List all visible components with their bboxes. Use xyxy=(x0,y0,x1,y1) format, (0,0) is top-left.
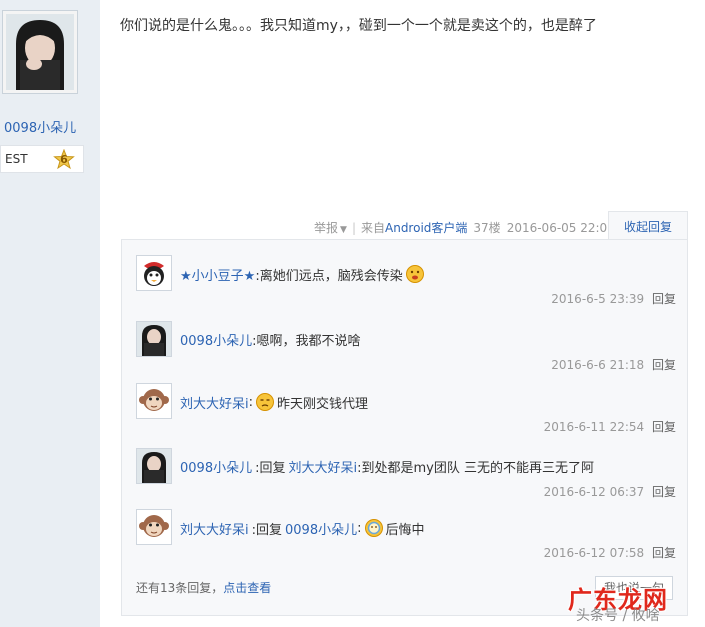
reply-item: ★小小豆子★ :离她们远点，脑残会传染 2016-6-5 23:39 回复 xyxy=(136,255,676,315)
more-replies-count: 还有13条回复， xyxy=(136,581,224,595)
view-more-link[interactable]: 点击查看 xyxy=(223,581,271,595)
reply-user-link[interactable]: 0098小朵儿 xyxy=(180,330,252,349)
reply-user-link[interactable]: 刘大大好呆i xyxy=(180,393,249,412)
reply-meta: 2016-6-6 21:18 回复 xyxy=(551,356,676,373)
report-link[interactable]: 举报 ▼ xyxy=(314,219,347,236)
reply-user-link[interactable]: 0098小朵儿 xyxy=(180,457,252,476)
reply-timestamp: 2016-6-5 23:39 xyxy=(551,292,645,306)
girl-avatar-icon xyxy=(137,449,171,483)
reply-target-link[interactable]: 0098小朵儿 xyxy=(285,519,357,538)
reply-content: 刘大大好呆i : 昨天刚交钱代理 xyxy=(180,392,368,412)
meta-divider: | xyxy=(351,220,356,235)
collapse-replies-button[interactable]: 收起回复 xyxy=(608,211,688,240)
reply-avatar[interactable] xyxy=(136,509,172,545)
reply-timestamp: 2016-6-12 06:37 xyxy=(543,485,645,499)
reply-button[interactable]: 回复 xyxy=(652,546,676,560)
reply-timestamp: 2016-6-11 22:54 xyxy=(543,420,645,434)
reply-user-link[interactable]: 刘大大好呆i xyxy=(180,519,249,538)
level-star-icon: 6 xyxy=(53,148,75,175)
reply-avatar[interactable] xyxy=(136,383,172,419)
replies-panel: ★小小豆子★ :离她们远点，脑残会传染 2016-6-5 23:39 回复 00… xyxy=(121,239,688,616)
penguin-avatar-icon xyxy=(137,256,171,290)
reply-colon: : xyxy=(248,394,254,410)
reply-prefix: :回复 xyxy=(255,461,286,476)
reply-text: :到处都是my团队 三无的不能再三无了阿 xyxy=(357,461,594,476)
level-label: EST xyxy=(5,152,28,166)
reply-content: ★小小豆子★ :离她们远点，脑残会传染 xyxy=(180,264,427,284)
monkey-avatar-icon xyxy=(137,510,171,544)
level-number: 6 xyxy=(60,153,68,166)
annoyed-emoji-icon xyxy=(255,392,275,412)
reply-avatar[interactable] xyxy=(136,448,172,484)
more-replies: 还有13条回复，点击查看 xyxy=(136,579,271,596)
reply-meta: 2016-6-11 22:54 回复 xyxy=(544,418,676,435)
reply-button[interactable]: 回复 xyxy=(652,292,676,306)
girl-avatar-icon xyxy=(137,322,171,356)
reply-text: :离她们远点，脑残会传染 xyxy=(255,268,403,284)
level-badge: EST 6 xyxy=(0,145,84,173)
reply-content: 0098小朵儿 :回复 刘大大好呆i :到处都是my团队 三无的不能再三无了阿 xyxy=(180,457,594,476)
chevron-down-icon: ▼ xyxy=(340,225,347,235)
reply-meta: 2016-6-12 06:37 回复 xyxy=(544,483,676,500)
reply-meta: 2016-6-5 23:39 回复 xyxy=(551,290,676,307)
watermark-source: 头条号 / 攸啥 xyxy=(576,608,660,624)
post-meta: 举报 ▼ | 来自 Android客户端 37楼 2016-06-05 22:05 xyxy=(314,219,615,236)
floor-number: 37楼 xyxy=(473,221,501,235)
reply-colon: : xyxy=(357,520,362,536)
girl-avatar-icon xyxy=(6,14,74,90)
poster-sidebar: 0098小朵儿 EST 6 xyxy=(0,0,100,627)
reply-target-link[interactable]: 刘大大好呆i xyxy=(288,457,357,476)
reply-text: 后悔中 xyxy=(385,522,425,538)
reply-timestamp: 2016-6-12 07:58 xyxy=(543,546,645,560)
reply-content: 0098小朵儿 :嗯啊，我都不说啥 xyxy=(180,330,360,349)
post-body: 你们说的是什么鬼。。。我只知道my，，碰到一个一个就是卖这个的，也是醉了 xyxy=(120,18,597,34)
reply-button[interactable]: 回复 xyxy=(652,420,676,434)
client-link[interactable]: Android客户端 xyxy=(385,219,467,236)
reply-button[interactable]: 回复 xyxy=(652,485,676,499)
poster-name[interactable]: 0098小朵儿 xyxy=(4,117,76,136)
reply-prefix: :回复 xyxy=(251,522,283,538)
reply-text: :嗯啊，我都不说啥 xyxy=(252,334,361,349)
reply-item: 0098小朵儿 :回复 刘大大好呆i :到处都是my团队 三无的不能再三无了阿 … xyxy=(136,448,676,508)
reply-text: 昨天刚交钱代理 xyxy=(277,396,369,412)
reply-meta: 2016-6-12 07:58 回复 xyxy=(544,544,676,561)
reply-user-link[interactable]: ★小小豆子★ xyxy=(180,265,255,284)
reply-avatar[interactable] xyxy=(136,321,172,357)
reply-button[interactable]: 回复 xyxy=(652,358,676,372)
reply-avatar[interactable] xyxy=(136,255,172,291)
reply-item: 刘大大好呆i : 昨天刚交钱代理 2016-6-11 22:54 回复 xyxy=(136,383,676,443)
from-label: 来自 xyxy=(360,221,385,235)
reply-timestamp: 2016-6-6 21:18 xyxy=(551,358,645,372)
drooling-emoji-icon xyxy=(405,264,425,284)
regret-emoji-icon xyxy=(364,518,384,538)
monkey-avatar-icon xyxy=(137,384,171,418)
reply-item: 刘大大好呆i :回复 0098小朵儿 : 后悔中 2016-6-12 07:58… xyxy=(136,509,676,569)
poster-avatar[interactable] xyxy=(2,10,78,94)
reply-content: 刘大大好呆i :回复 0098小朵儿 : 后悔中 xyxy=(180,518,425,538)
reply-item: 0098小朵儿 :嗯啊，我都不说啥 2016-6-6 21:18 回复 xyxy=(136,321,676,381)
post-timestamp: 2016-06-05 22:05 xyxy=(506,220,615,235)
